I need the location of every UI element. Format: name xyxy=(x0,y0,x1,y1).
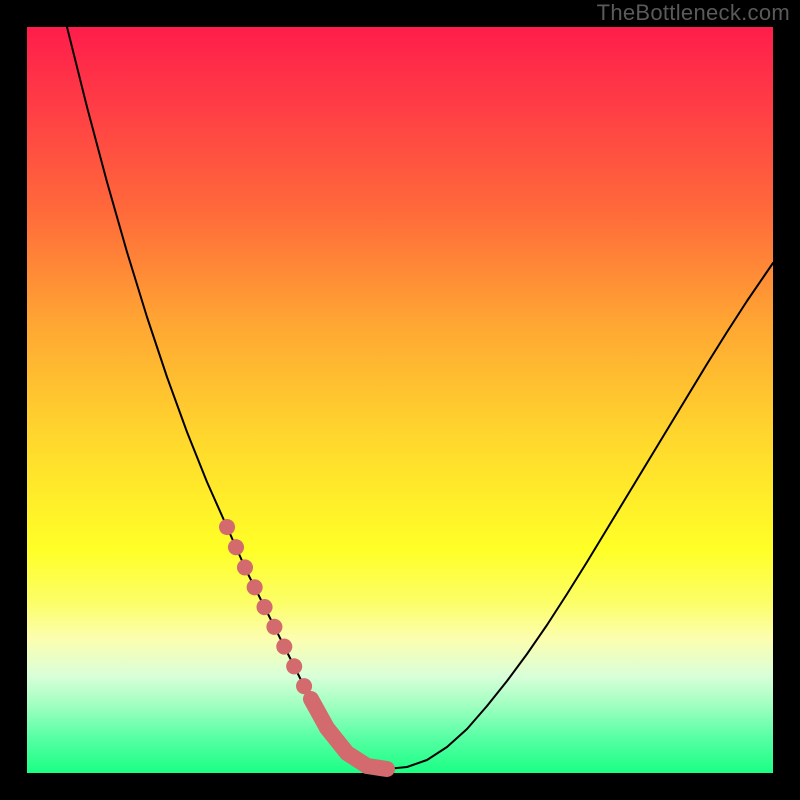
highlight-dots-left xyxy=(227,527,311,699)
curve-svg xyxy=(27,27,773,773)
highlight-flat-min xyxy=(311,699,387,769)
plot-area xyxy=(27,27,773,773)
watermark-text: TheBottleneck.com xyxy=(597,0,790,26)
bottleneck-curve xyxy=(67,27,773,769)
chart-frame: TheBottleneck.com xyxy=(0,0,800,800)
